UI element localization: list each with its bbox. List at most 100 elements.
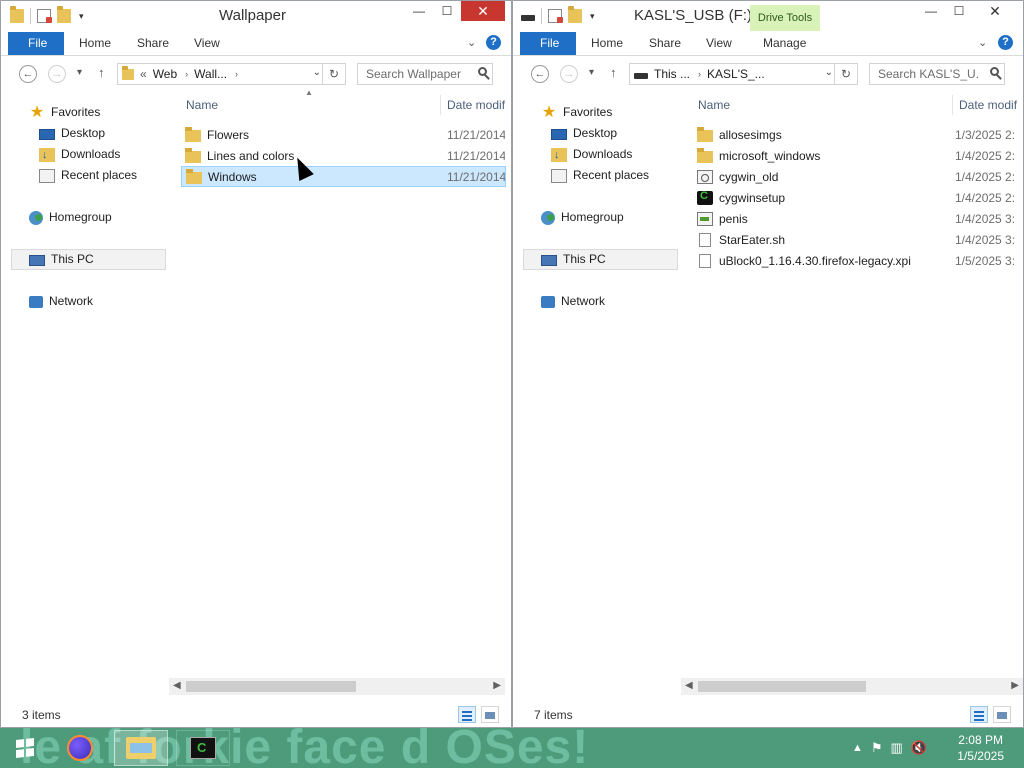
file-row-cygwin-old[interactable]: cygwin_old 1/4/2025 2: (693, 166, 1024, 187)
refresh-button[interactable]: ↻ (834, 64, 857, 84)
expand-ribbon-icon[interactable]: ⌄ (978, 36, 987, 49)
address-dropdown-icon[interactable]: ⌄ (313, 67, 321, 78)
search-input[interactable] (358, 64, 492, 84)
breadcrumb-arrow-icon[interactable]: › (235, 69, 238, 79)
new-folder-icon[interactable] (568, 6, 582, 23)
file-row-penis[interactable]: penis 1/4/2025 3: (693, 208, 1024, 229)
nav-network[interactable]: Network (29, 291, 93, 312)
search-box[interactable] (869, 63, 1005, 85)
tab-share[interactable]: Share (137, 32, 169, 55)
nav-downloads[interactable]: Downloads (551, 144, 632, 166)
file-row-allosesimgs[interactable]: allosesimgs 1/3/2025 2: (693, 124, 1024, 145)
title-bar[interactable]: ▾ KASL'S_USB (F:) Drive Tools — ☐ ✕ (513, 1, 1023, 31)
nav-network[interactable]: Network (541, 291, 605, 312)
nav-downloads[interactable]: Downloads (39, 144, 120, 166)
column-date-modified[interactable]: Date modif (959, 98, 1017, 112)
back-button[interactable]: ← (531, 65, 549, 83)
properties-icon[interactable] (37, 9, 52, 23)
file-row-lines-and-colors[interactable]: Lines and colors 11/21/2014 (181, 145, 506, 166)
show-hidden-icons-icon[interactable]: ▲ (852, 742, 863, 754)
recent-locations-icon[interactable]: ▾ (589, 67, 594, 78)
scroll-left-icon[interactable]: ◀ (685, 680, 693, 691)
tab-view[interactable]: View (194, 32, 220, 55)
address-overflow[interactable]: « (140, 67, 147, 81)
address-bar[interactable]: « Web › Wall... › ⌄ ↻ (117, 63, 346, 85)
breadcrumb-this-pc[interactable]: This ... (654, 67, 690, 81)
scroll-thumb[interactable] (186, 681, 356, 692)
nav-favorites[interactable]: ★ Favorites (29, 102, 101, 123)
scroll-right-icon[interactable]: ▶ (493, 680, 501, 691)
file-row-windows[interactable]: Windows 11/21/2014 (181, 166, 506, 187)
nav-this-pc[interactable]: This PC (29, 249, 94, 270)
search-box[interactable] (357, 63, 493, 85)
large-icons-view-button[interactable] (993, 706, 1011, 723)
minimize-button[interactable]: — (405, 1, 433, 21)
tab-file[interactable]: File (520, 32, 576, 55)
new-folder-icon[interactable] (57, 6, 71, 23)
search-icon[interactable] (478, 67, 487, 76)
horizontal-scrollbar[interactable]: ◀ ▶ (169, 678, 505, 695)
search-icon[interactable] (990, 67, 999, 76)
recent-locations-icon[interactable]: ▾ (77, 67, 82, 78)
breadcrumb-usb[interactable]: KASL'S_... (707, 67, 765, 81)
up-button[interactable]: ↑ (610, 65, 617, 80)
minimize-button[interactable]: — (917, 1, 945, 21)
tab-view[interactable]: View (706, 32, 732, 55)
nav-homegroup[interactable]: Homegroup (29, 207, 112, 228)
nav-this-pc[interactable]: This PC (541, 249, 606, 270)
horizontal-scrollbar[interactable]: ◀ ▶ (681, 678, 1023, 695)
action-center-flag-icon[interactable]: ⚑ (871, 740, 883, 756)
scroll-thumb[interactable] (698, 681, 866, 692)
large-icons-view-button[interactable] (481, 706, 499, 723)
tab-file[interactable]: File (8, 32, 64, 55)
file-row-microsoft-windows[interactable]: microsoft_windows 1/4/2025 2: (693, 145, 1024, 166)
column-date-modified[interactable]: Date modif (447, 98, 505, 112)
close-button[interactable]: ✕ (973, 1, 1017, 21)
tab-home[interactable]: Home (79, 32, 111, 55)
tab-manage[interactable]: Manage (763, 32, 806, 55)
address-bar[interactable]: This ... › KASL'S_... ⌄ ↻ (629, 63, 858, 85)
title-bar[interactable]: ▾ Wallpaper — ☐ ✕ (1, 1, 511, 31)
volume-muted-icon[interactable]: 🔇 (911, 740, 927, 756)
forward-button[interactable]: → (560, 65, 578, 83)
start-button[interactable] (8, 730, 42, 766)
taskbar-clock[interactable]: 2:08 PM 1/5/2025 (957, 732, 1004, 764)
breadcrumb-arrow-icon[interactable]: › (185, 69, 188, 79)
up-button[interactable]: ↑ (98, 65, 105, 80)
customize-toolbar-icon[interactable]: ▾ (590, 11, 595, 22)
help-icon[interactable]: ? (998, 35, 1013, 50)
taskbar-firefox[interactable] (62, 730, 98, 766)
back-button[interactable]: ← (19, 65, 37, 83)
nav-favorites[interactable]: ★ Favorites (541, 102, 613, 123)
close-button[interactable]: ✕ (461, 1, 505, 21)
breadcrumb-web[interactable]: Web (153, 67, 177, 81)
file-row-flowers[interactable]: Flowers 11/21/2014 (181, 124, 506, 145)
customize-toolbar-icon[interactable]: ▾ (79, 11, 84, 22)
nav-recent-places[interactable]: Recent places (551, 165, 649, 186)
properties-icon[interactable] (548, 9, 563, 23)
expand-ribbon-icon[interactable]: ⌄ (467, 36, 476, 49)
search-input[interactable] (870, 64, 1004, 84)
nav-recent-places[interactable]: Recent places (39, 165, 137, 186)
details-view-button[interactable] (970, 706, 988, 723)
maximize-button[interactable]: ☐ (945, 1, 973, 21)
tab-share[interactable]: Share (649, 32, 681, 55)
network-status-icon[interactable]: ▥ (891, 740, 903, 756)
scroll-left-icon[interactable]: ◀ (173, 680, 181, 691)
file-row-stareater-sh[interactable]: StarEater.sh 1/4/2025 3: (693, 229, 1024, 250)
details-view-button[interactable] (458, 706, 476, 723)
address-dropdown-icon[interactable]: ⌄ (825, 67, 833, 78)
nav-desktop[interactable]: Desktop (39, 123, 105, 144)
column-name[interactable]: Name (698, 98, 730, 112)
refresh-button[interactable]: ↻ (322, 64, 345, 84)
taskbar-file-explorer[interactable] (114, 730, 168, 766)
file-row-cygwinsetup[interactable]: cygwinsetup 1/4/2025 2: (693, 187, 1024, 208)
column-name[interactable]: Name (186, 98, 218, 112)
tab-home[interactable]: Home (591, 32, 623, 55)
taskbar-cygwin-terminal[interactable] (176, 730, 230, 766)
forward-button[interactable]: → (48, 65, 66, 83)
maximize-button[interactable]: ☐ (433, 1, 461, 21)
breadcrumb-wallpaper[interactable]: Wall... (194, 67, 227, 81)
file-row-ublock-xpi[interactable]: uBlock0_1.16.4.30.firefox-legacy.xpi 1/5… (693, 250, 1024, 271)
scroll-right-icon[interactable]: ▶ (1011, 680, 1019, 691)
